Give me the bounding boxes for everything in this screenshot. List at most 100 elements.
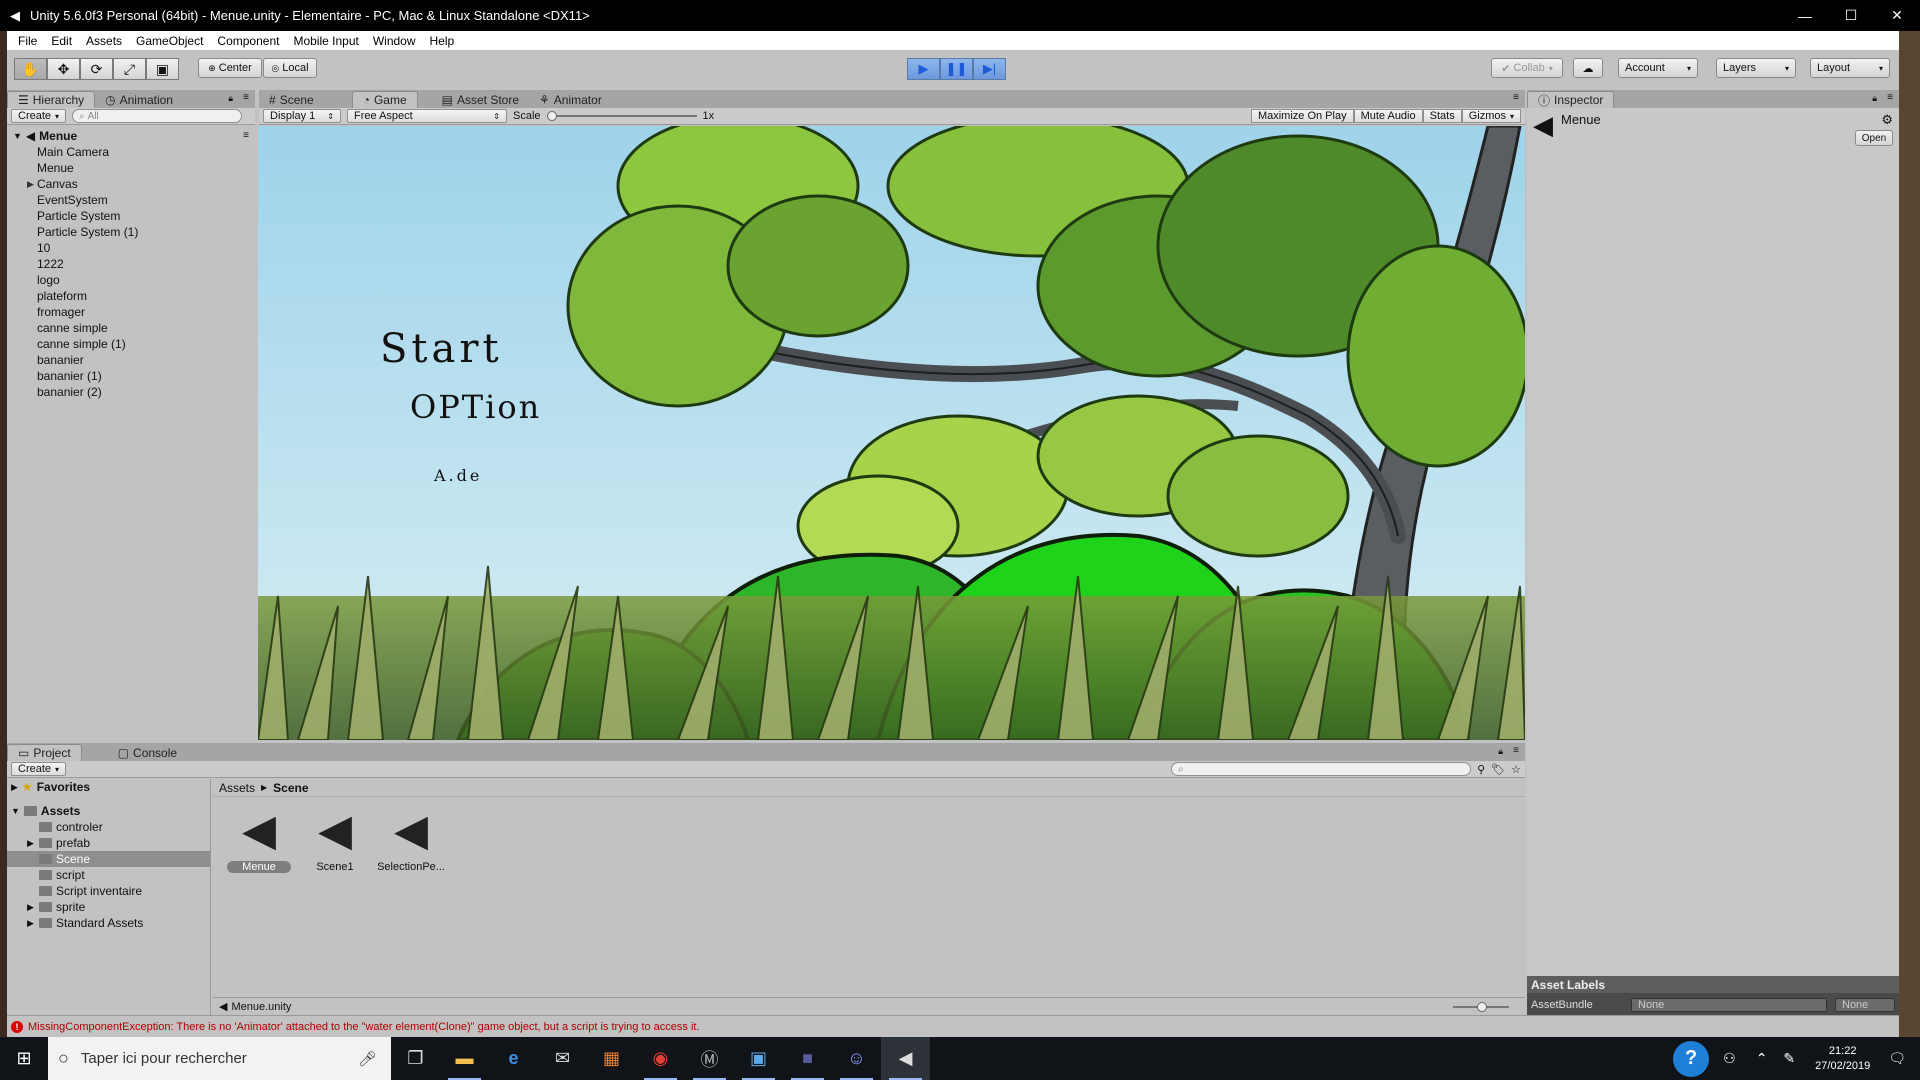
icon-size-slider[interactable] — [1453, 1001, 1509, 1012]
cloud-button[interactable]: ☁ — [1573, 58, 1603, 78]
menu-mobile-input[interactable]: Mobile Input — [286, 34, 365, 48]
account-dropdown[interactable]: Account ▾ — [1618, 58, 1698, 78]
pivot-local-button[interactable]: ◎ Local — [263, 58, 317, 78]
people-icon[interactable]: ⚇ — [1723, 1050, 1736, 1067]
project-folder-item[interactable]: Scene — [7, 851, 210, 867]
tab-hierarchy[interactable]: ☰ Hierarchy — [7, 91, 96, 108]
aspect-dropdown[interactable]: Free Aspect ⇕ — [347, 109, 507, 123]
hierarchy-item[interactable]: logo — [7, 272, 255, 288]
tab-game[interactable]: ◔ Game — [351, 91, 418, 108]
edge-browser-icon[interactable]: e — [489, 1037, 538, 1080]
maximize-button[interactable]: ☐ — [1828, 0, 1874, 31]
panel-menu-icon[interactable]: ≡ — [1513, 92, 1519, 103]
expand-arrow-icon[interactable]: ▶ — [27, 179, 34, 190]
menu-edit[interactable]: Edit — [44, 34, 79, 48]
hierarchy-item[interactable]: Menue — [7, 160, 255, 176]
scene-asset-tile[interactable]: ◀ Scene1 — [297, 803, 373, 873]
project-folder-item[interactable]: script — [7, 867, 210, 883]
menu-help[interactable]: Help — [423, 34, 462, 48]
hierarchy-item[interactable]: ▶ Canvas — [7, 176, 255, 192]
taskbar-search-input[interactable]: ○ Taper ici pour rechercher 🎤︎ — [48, 1037, 391, 1080]
layers-dropdown[interactable]: Layers ▾ — [1716, 58, 1796, 78]
hierarchy-item[interactable]: canne simple — [7, 320, 255, 336]
menu-window[interactable]: Window — [366, 34, 423, 48]
icon-size-slider-thumb[interactable] — [1477, 1001, 1487, 1012]
hierarchy-item[interactable]: 10 — [7, 240, 255, 256]
rect-tool-icon[interactable]: ▣ — [146, 58, 179, 80]
hierarchy-item[interactable]: fromager — [7, 304, 255, 320]
scene-asset-tile[interactable]: ◀ SelectionPe... — [373, 803, 449, 873]
tab-animation[interactable]: ◷ Animation — [95, 91, 183, 108]
scene-root[interactable]: ▼ ◀ Menue ≡ — [7, 127, 255, 144]
expand-arrow-icon[interactable]: ▶ — [27, 838, 35, 849]
console-status-bar[interactable]: ! MissingComponentException: There is no… — [7, 1015, 1899, 1037]
hierarchy-item[interactable]: bananier (1) — [7, 368, 255, 384]
assetbundle-variant-dropdown[interactable]: None — [1835, 998, 1895, 1012]
move-tool-icon[interactable]: ✥ — [47, 58, 80, 80]
pivot-center-button[interactable]: ⊕ Center — [198, 58, 262, 78]
unknown-app-icon[interactable]: ▣ — [734, 1037, 783, 1080]
play-icon[interactable]: ▶ — [907, 58, 940, 80]
mute-audio-toggle[interactable]: Mute Audio — [1353, 109, 1423, 123]
hierarchy-item[interactable]: canne simple (1) — [7, 336, 255, 352]
menu-assets[interactable]: Assets — [79, 34, 129, 48]
project-folder-item[interactable]: ▶ Standard Assets — [7, 915, 210, 931]
tab-console[interactable]: ▢ Console — [108, 744, 187, 761]
step-icon[interactable]: ▶| — [973, 58, 1006, 80]
panel-menu-icon[interactable]: ≡ — [1887, 92, 1893, 103]
photos-icon[interactable]: ▦ — [587, 1037, 636, 1080]
hierarchy-item[interactable]: bananier (2) — [7, 384, 255, 400]
project-folder-item[interactable]: ▶ sprite — [7, 899, 210, 915]
hierarchy-item[interactable]: 1222 — [7, 256, 255, 272]
menu-component[interactable]: Component — [210, 34, 286, 48]
minimize-button[interactable]: — — [1782, 0, 1828, 31]
project-folder-item[interactable]: ▶ prefab — [7, 835, 210, 851]
hierarchy-create-dropdown[interactable]: Create ▾ — [11, 109, 67, 123]
file-explorer-icon[interactable]: ▬ — [440, 1037, 489, 1080]
menu-file[interactable]: File — [11, 34, 44, 48]
unity-taskbar-icon[interactable]: ◀ — [881, 1037, 930, 1080]
help-icon[interactable]: ? — [1673, 1040, 1710, 1077]
expand-arrow-icon[interactable]: ▶ — [27, 918, 35, 929]
project-folder-item[interactable]: controler — [7, 819, 210, 835]
mono-editor-icon[interactable]: Ⓜ — [685, 1037, 734, 1080]
hierarchy-item[interactable]: bananier — [7, 352, 255, 368]
discord-icon[interactable]: ☺ — [832, 1037, 881, 1080]
scale-slider-thumb[interactable] — [546, 111, 557, 121]
settings-gear-icon[interactable]: ⚙ — [1881, 112, 1893, 128]
project-create-dropdown[interactable]: Create ▾ — [11, 762, 67, 776]
notification-center-icon[interactable]: 🗨︎ — [1888, 1050, 1906, 1067]
start-menu-option[interactable]: Start — [380, 326, 503, 372]
tab-inspector[interactable]: ⓘ Inspector — [1527, 91, 1615, 108]
hierarchy-item[interactable]: EventSystem — [7, 192, 255, 208]
tab-asset-store[interactable]: ▤ Asset Store — [432, 91, 529, 108]
task-view-icon[interactable]: ❐ — [391, 1037, 440, 1080]
hierarchy-item[interactable]: plateform — [7, 288, 255, 304]
expand-arrow-icon[interactable]: ▶ — [27, 902, 35, 913]
open-button[interactable]: Open — [1855, 130, 1893, 146]
hierarchy-search-input[interactable]: ⌕ All — [72, 109, 243, 123]
aide-menu-option[interactable]: A.de — [434, 466, 482, 485]
hierarchy-item[interactable]: Particle System (1) — [7, 224, 255, 240]
collab-button[interactable]: ✔ Collab ▾ — [1491, 58, 1563, 78]
panel-menu-icon[interactable]: ≡ — [1513, 745, 1519, 756]
tab-project[interactable]: ▭ Project — [7, 744, 82, 761]
scale-tool-icon[interactable]: ⤢ — [113, 58, 146, 80]
close-button[interactable]: ✕ — [1874, 0, 1920, 31]
panel-menu-icon[interactable]: ≡ — [243, 92, 249, 103]
microphone-icon[interactable]: 🎤︎ — [358, 1050, 377, 1068]
stats-toggle[interactable]: Stats — [1422, 109, 1462, 123]
lock-icon[interactable]: 🔒︎ — [1872, 93, 1877, 104]
scene-asset-tile[interactable]: ◀ Menue — [221, 803, 297, 873]
game-viewport[interactable]: Start OPTion A.de — [258, 126, 1525, 740]
scale-slider[interactable] — [546, 111, 697, 121]
clock[interactable]: 21:22 27/02/2019 — [1815, 1044, 1870, 1074]
pen-icon[interactable]: ✎ — [1783, 1050, 1795, 1067]
tray-chevron-up-icon[interactable]: ⌃ — [1756, 1050, 1768, 1067]
hand-tool-icon[interactable]: ✋ — [14, 58, 47, 80]
tab-scene[interactable]: # Scene — [259, 91, 324, 108]
project-folder-item[interactable]: Script inventaire — [7, 883, 210, 899]
tab-animator[interactable]: ⚘ Animator — [529, 91, 612, 108]
assets-node[interactable]: ▼ Assets — [7, 803, 210, 819]
lock-icon[interactable]: 🔒︎ — [228, 93, 233, 104]
